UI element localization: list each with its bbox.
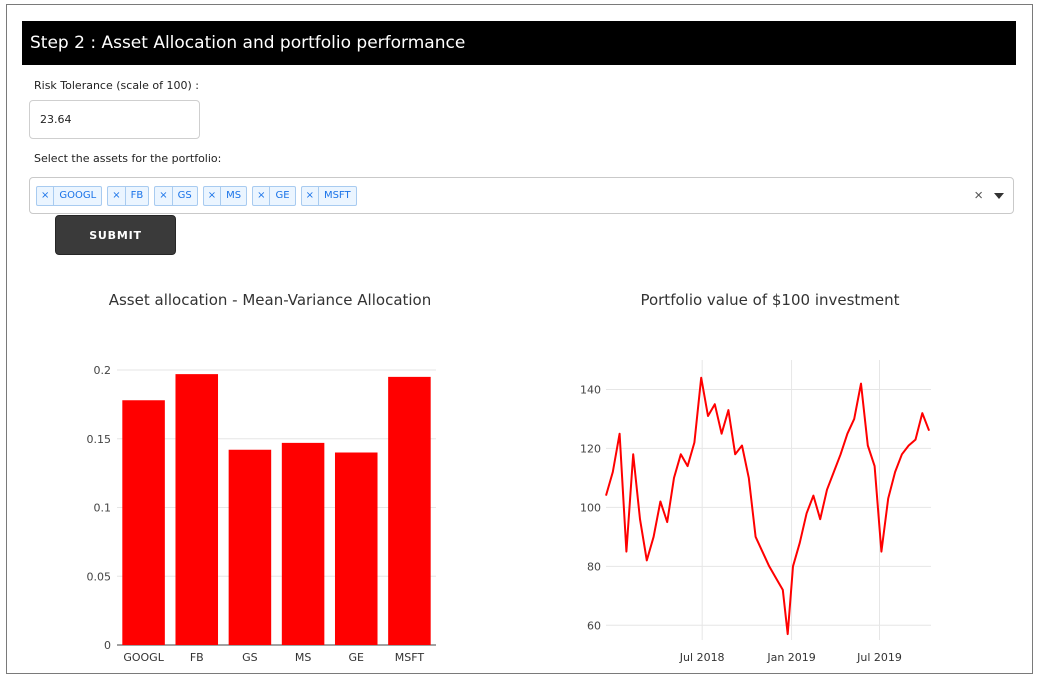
remove-tag-icon[interactable]: × — [302, 187, 319, 205]
asset-tag-label: MSFT — [323, 190, 351, 201]
asset-tag: × GS — [154, 186, 198, 206]
asset-tag: × FB — [107, 186, 150, 206]
asset-tag: × GOOGL — [36, 186, 103, 206]
risk-tolerance-label: Risk Tolerance (scale of 100) : — [34, 79, 199, 92]
remove-tag-icon[interactable]: × — [108, 187, 126, 205]
risk-tolerance-input[interactable] — [29, 100, 200, 139]
clear-all-icon[interactable]: × — [974, 187, 983, 205]
submit-button[interactable]: SUBMIT — [55, 215, 176, 255]
asset-tag-label: FB — [130, 190, 144, 201]
remove-tag-icon[interactable]: × — [253, 187, 271, 205]
asset-tag-label: GOOGL — [59, 190, 97, 201]
asset-tag-label: GE — [275, 190, 290, 201]
asset-tag-label: MS — [226, 190, 242, 201]
asset-tag: × MS — [202, 186, 248, 206]
asset-select-label: Select the assets for the portfolio: — [34, 152, 222, 165]
remove-tag-icon[interactable]: × — [155, 187, 173, 205]
allocation-chart-title: Asset allocation - Mean-Variance Allocat… — [108, 291, 432, 309]
asset-tag-label: GS — [177, 190, 192, 201]
remove-tag-icon[interactable]: × — [37, 187, 55, 205]
selected-asset-tags: × GOOGL × FB × GS × MS × GE × MSFT — [36, 186, 362, 206]
dropdown-arrow-icon[interactable] — [994, 193, 1004, 199]
asset-tag: × MSFT — [300, 186, 357, 206]
asset-tag: × GE — [252, 186, 296, 206]
step-header: Step 2 : Asset Allocation and portfolio … — [22, 21, 1016, 65]
asset-multiselect[interactable]: × GOOGL × FB × GS × MS × GE × MSFT × — [29, 177, 1014, 214]
remove-tag-icon[interactable]: × — [204, 187, 222, 205]
performance-chart-title: Portfolio value of $100 investment — [640, 291, 900, 309]
